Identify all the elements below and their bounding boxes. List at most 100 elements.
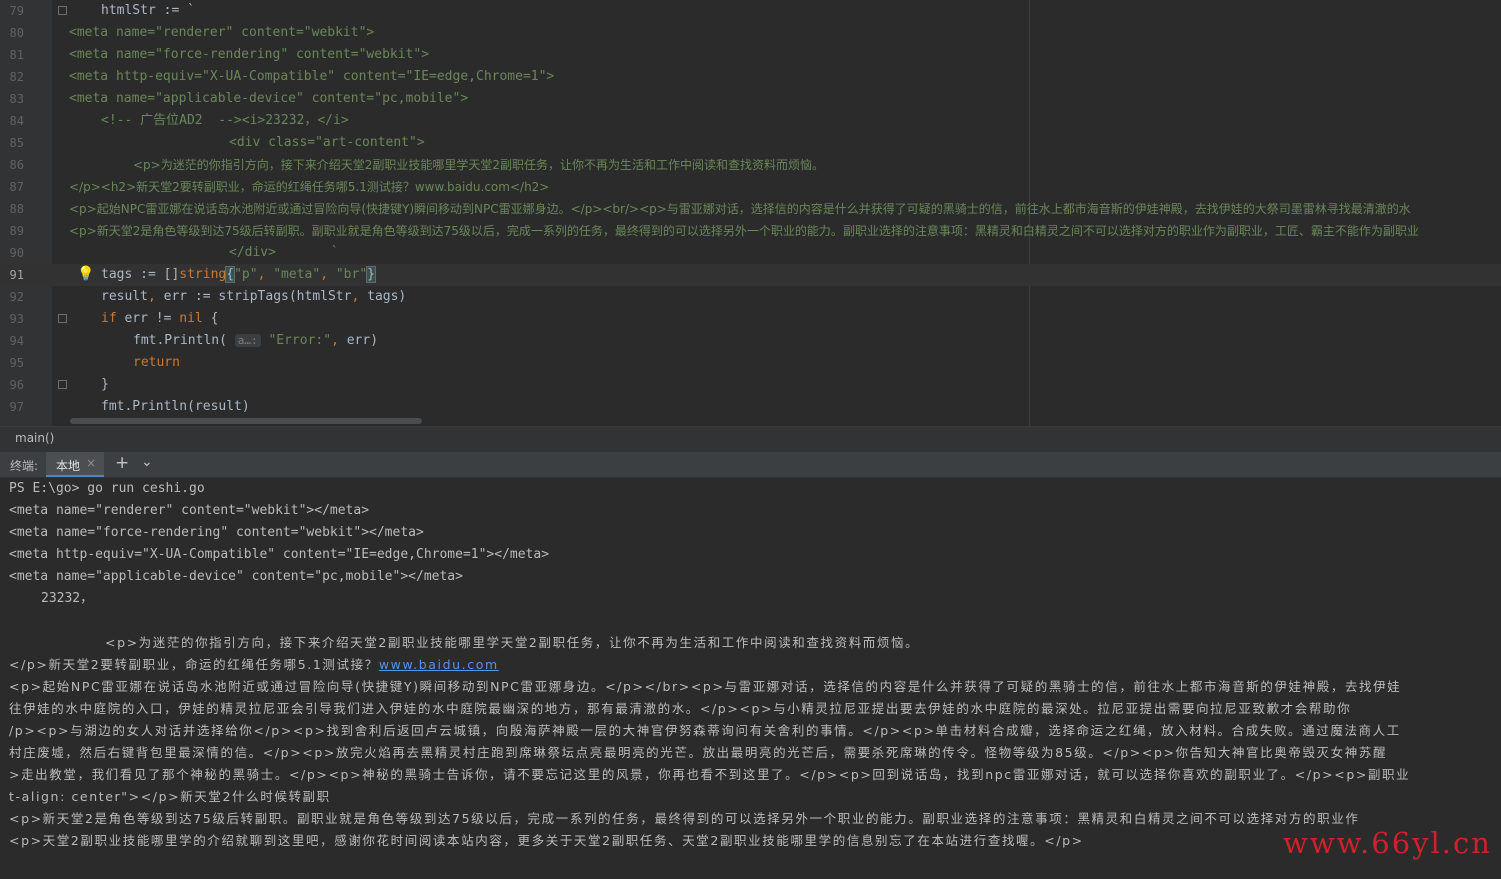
- terminal-line-text: <p>为迷茫的你指引方向，接下来介绍天堂2副职业技能哪里学天堂2副职任务，让你不…: [105, 635, 920, 650]
- add-terminal-icon[interactable]: +: [115, 453, 129, 473]
- code-text: <!-- 广告位AD2 --><i>23232，</i>: [101, 110, 349, 132]
- terminal-output[interactable]: PS E:\go> go run ceshi.go <meta name="ren…: [0, 478, 1501, 879]
- fold-marker-icon[interactable]: [58, 314, 67, 323]
- code-line[interactable]: 94 fmt.Println( a…: "Error:", err): [0, 330, 1501, 352]
- terminal-label: 终端:: [10, 459, 39, 473]
- terminal-line: PS E:\go> go run ceshi.go: [9, 478, 205, 500]
- fold-marker-icon[interactable]: [58, 380, 67, 389]
- code-line[interactable]: 83 <meta name="applicable-device" content…: [0, 88, 1501, 110]
- code-token: ,: [331, 333, 347, 348]
- code-line[interactable]: 92 result, err := stripTags(htmlStr, tags…: [0, 286, 1501, 308]
- lightbulb-icon[interactable]: 💡: [77, 266, 94, 282]
- line-number: 90: [9, 246, 24, 260]
- code-token: return: [133, 355, 180, 370]
- code-token: <meta http-equiv="X-UA-Compatible" conte…: [69, 69, 555, 84]
- code-editor[interactable]: 79 htmlStr := ` 80 <meta name="renderer" co…: [0, 0, 1501, 426]
- terminal-line: 23232，: [41, 588, 93, 610]
- terminal-line: <p>起始NPC雷亚娜在说话岛水池附近或通过冒险向导(快捷键Y)瞬间移动到NPC…: [9, 676, 1401, 698]
- watermark: www.66yl.cn: [1283, 826, 1492, 860]
- chevron-down-icon[interactable]: ⌄: [141, 454, 153, 470]
- code-text: <p>起始NPC雷亚娜在说话岛水池附近或通过冒险向导(快捷键Y)瞬间移动到NPC…: [69, 198, 1411, 220]
- code-token: a…:: [234, 334, 261, 347]
- terminal-line: t-align: center"></p>新天堂2什么时候转副职: [9, 786, 331, 808]
- code-line[interactable]: 79 htmlStr := `: [0, 0, 1501, 22]
- code-text: fmt.Println(result): [101, 396, 250, 418]
- code-token: </div> `: [229, 245, 339, 260]
- code-text: </div> `: [229, 242, 339, 264]
- code-token: ,: [257, 267, 274, 282]
- code-text: <meta http-equiv="X-UA-Compatible" conte…: [69, 66, 554, 88]
- line-number: 97: [9, 400, 24, 414]
- code-line[interactable]: 89 <p>新天堂2是角色等级到达75级后转副职。副职业就是角色等级到达75级以后…: [0, 220, 1501, 242]
- code-line[interactable]: 81 <meta name="force-rendering" content="…: [0, 44, 1501, 66]
- terminal-line: <meta name="applicable-device" content="…: [9, 566, 463, 588]
- code-token: err := stripTags(htmlStr: [163, 289, 352, 304]
- terminal-line-text: t-align: center"></p>新天堂2什么时候转副职: [9, 789, 331, 804]
- code-line[interactable]: 97 fmt.Println(result): [0, 396, 1501, 418]
- code-line[interactable]: 88 <p>起始NPC雷亚娜在说话岛水池附近或通过冒险向导(快捷键Y)瞬间移动到N…: [0, 198, 1501, 220]
- code-text: <meta name="renderer" content="webkit">: [69, 22, 374, 44]
- code-line[interactable]: 85 <div class="art-content">: [0, 132, 1501, 154]
- code-token: }: [101, 377, 109, 392]
- terminal-line: <p>为迷茫的你指引方向，接下来介绍天堂2副职业技能哪里学天堂2副职任务，让你不…: [105, 632, 919, 654]
- breadcrumb[interactable]: main(): [0, 426, 1501, 453]
- code-text: fmt.Println( a…: "Error:", err): [133, 330, 378, 352]
- terminal-line-text: <meta name="force-rendering" content="we…: [9, 525, 424, 540]
- code-text: if err != nil {: [101, 308, 218, 330]
- code-token: err): [346, 333, 379, 348]
- terminal-line-text: 往伊娃的水中庭院的入口，伊娃的精灵拉尼亚会引导我们进入伊娃的水中庭院最幽深的地方…: [9, 701, 1352, 716]
- line-number: 80: [9, 26, 24, 40]
- terminal-line-text: <p>天堂2副职业技能哪里学的介绍就聊到这里吧，感谢你花时间阅读本站内容，更多关…: [9, 833, 1084, 848]
- code-text: htmlStr := `: [101, 0, 195, 22]
- code-line[interactable]: 86 <p>为迷茫的你指引方向，接下来介绍天堂2副职业技能哪里学天堂2副职任务，让…: [0, 154, 1501, 176]
- code-text: }: [101, 374, 109, 396]
- code-line[interactable]: 80 <meta name="renderer" content="webkit"…: [0, 22, 1501, 44]
- breadcrumb-item-main[interactable]: main(): [15, 431, 54, 445]
- code-text: <p>为迷茫的你指引方向，接下来介绍天堂2副职业技能哪里学天堂2副职任务，让你不…: [133, 154, 824, 176]
- line-number: 87: [9, 180, 24, 194]
- code-token: string: [179, 267, 227, 282]
- code-line[interactable]: 82 <meta http-equiv="X-UA-Compatible" con…: [0, 66, 1501, 88]
- code-token: </p><h2>新天堂2要转副职业，命运的红绳任务哪5.1测试接？www.bai…: [69, 180, 550, 194]
- line-number: 86: [9, 158, 24, 172]
- code-token: tags): [367, 289, 407, 304]
- terminal-line-text: <meta name="renderer" content="webkit"><…: [9, 503, 370, 518]
- code-token: <meta name="force-rendering" content="we…: [69, 47, 430, 62]
- terminal-link[interactable]: www.baidu.com: [379, 657, 499, 672]
- line-number: 88: [9, 202, 24, 216]
- code-text: <p>新天堂2是角色等级到达75级后转副职。副职业就是角色等级到达75级以后，完…: [69, 220, 1419, 242]
- code-line[interactable]: 84 <!-- 广告位AD2 --><i>23232，</i>: [0, 110, 1501, 132]
- tab-local-terminal[interactable]: 本地 ×: [46, 452, 104, 477]
- code-line[interactable]: 93 if err != nil {: [0, 308, 1501, 330]
- close-icon[interactable]: ×: [86, 456, 96, 470]
- terminal-line: </p>新天堂2要转副职业，命运的红绳任务哪5.1测试接？www.baidu.c…: [9, 654, 499, 676]
- code-text: <div class="art-content">: [229, 132, 425, 154]
- terminal-line-text: <meta name="applicable-device" content="…: [9, 569, 463, 584]
- line-number: 95: [9, 356, 24, 370]
- horizontal-scrollbar[interactable]: [70, 418, 422, 424]
- terminal-line: <p>天堂2副职业技能哪里学的介绍就聊到这里吧，感谢你花时间阅读本站内容，更多关…: [9, 830, 1084, 852]
- line-number: 91: [9, 268, 24, 282]
- code-token: nil: [179, 311, 203, 326]
- code-token: ,: [351, 289, 368, 304]
- code-line[interactable]: 96}: [0, 374, 1501, 396]
- code-line[interactable]: 91 💡 tags := []string{"p", "meta", "br"}: [0, 264, 1501, 286]
- code-token: if: [101, 311, 125, 326]
- line-number: 79: [9, 4, 24, 18]
- line-number: 81: [9, 48, 24, 62]
- code-token: "br": [335, 267, 368, 282]
- terminal-line: /p><p>与湖边的女人对话并选择给你</p><p>找到舍利后返回卢云城镇，向殷…: [9, 720, 1401, 742]
- code-line[interactable]: 90 </div> `: [0, 242, 1501, 264]
- line-number: 84: [9, 114, 24, 128]
- code-token: result: [101, 289, 148, 304]
- code-line[interactable]: 95 return: [0, 352, 1501, 374]
- code-token: <meta name="renderer" content="webkit">: [69, 25, 375, 40]
- terminal-line-text: <p>新天堂2是角色等级到达75级后转副职。副职业就是角色等级到达75级以后，完…: [9, 811, 1360, 826]
- code-token: {: [225, 266, 236, 283]
- line-number: 82: [9, 70, 24, 84]
- terminal-toolbar: 终端: 本地 × + ⌄: [0, 452, 1501, 478]
- code-text: return: [133, 352, 180, 374]
- code-line[interactable]: 87 </p><h2>新天堂2要转副职业，命运的红绳任务哪5.1测试接？www.b…: [0, 176, 1501, 198]
- code-token: <meta name="applicable-device" content="…: [69, 91, 469, 106]
- fold-marker-icon[interactable]: [58, 6, 67, 15]
